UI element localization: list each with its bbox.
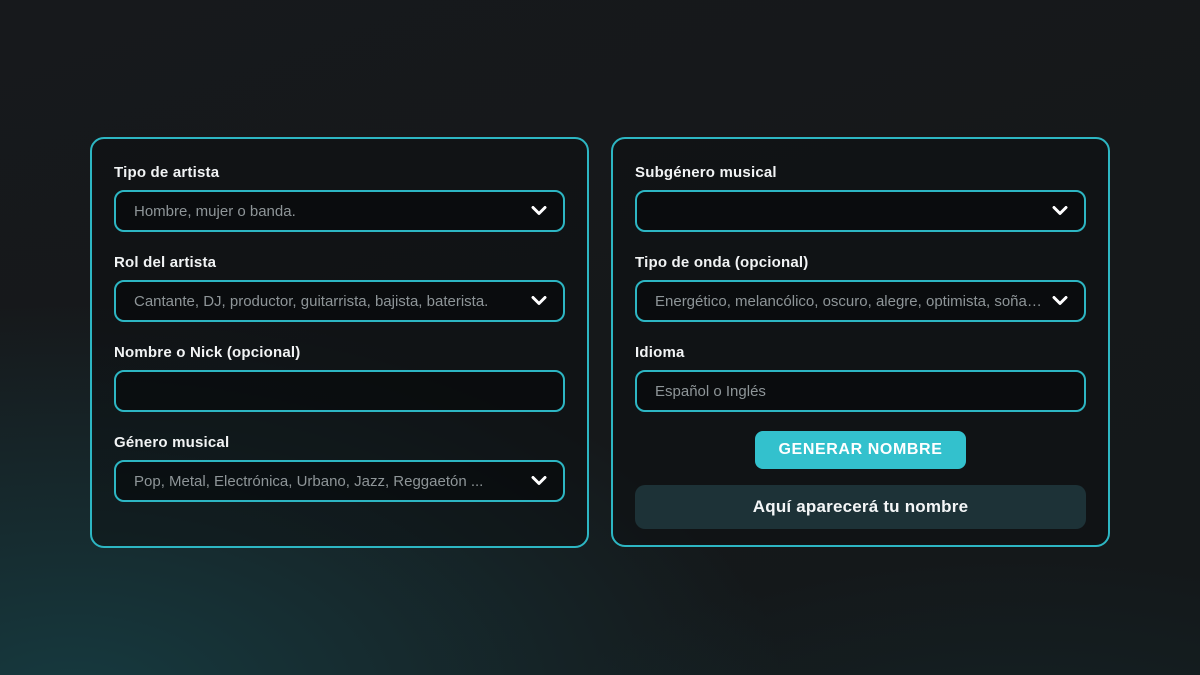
result-placeholder-text: Aquí aparecerá tu nombre: [753, 497, 968, 517]
genero-musical-select[interactable]: Pop, Metal, Electrónica, Urbano, Jazz, R…: [114, 460, 565, 502]
genero-musical-value: Pop, Metal, Electrónica, Urbano, Jazz, R…: [134, 473, 483, 490]
subgenero-musical-select[interactable]: [635, 190, 1086, 232]
idioma-input[interactable]: [635, 370, 1086, 412]
nombre-o-nick-label: Nombre o Nick (opcional): [114, 344, 565, 361]
page-background: { "colors": { "accent": "#2db6c3", "butt…: [0, 0, 1200, 675]
field-subgenero-musical: Subgénero musical: [635, 164, 1086, 232]
form-panels: Tipo de artista Hombre, mujer o banda. R…: [90, 137, 1110, 548]
field-tipo-de-onda: Tipo de onda (opcional) Energético, mela…: [635, 254, 1086, 322]
chevron-down-icon: [1052, 206, 1068, 216]
rol-del-artista-value: Cantante, DJ, productor, guitarrista, ba…: [134, 293, 488, 310]
chevron-down-icon: [531, 296, 547, 306]
left-form-panel: Tipo de artista Hombre, mujer o banda. R…: [90, 137, 589, 548]
field-rol-del-artista: Rol del artista Cantante, DJ, productor,…: [114, 254, 565, 322]
subgenero-musical-label: Subgénero musical: [635, 164, 1086, 181]
chevron-down-icon: [531, 206, 547, 216]
result-placeholder-box: Aquí aparecerá tu nombre: [635, 485, 1086, 529]
tipo-de-artista-select[interactable]: Hombre, mujer o banda.: [114, 190, 565, 232]
tipo-de-onda-label: Tipo de onda (opcional): [635, 254, 1086, 271]
tipo-de-onda-value: Energético, melancólico, oscuro, alegre,…: [655, 293, 1042, 310]
generar-nombre-button[interactable]: GENERAR NOMBRE: [755, 431, 967, 469]
tipo-de-onda-select[interactable]: Energético, melancólico, oscuro, alegre,…: [635, 280, 1086, 322]
tipo-de-artista-label: Tipo de artista: [114, 164, 565, 181]
generate-button-row: GENERAR NOMBRE: [635, 431, 1086, 469]
field-idioma: Idioma: [635, 344, 1086, 412]
field-nombre-o-nick: Nombre o Nick (opcional): [114, 344, 565, 412]
field-tipo-de-artista: Tipo de artista Hombre, mujer o banda.: [114, 164, 565, 232]
field-genero-musical: Género musical Pop, Metal, Electrónica, …: [114, 434, 565, 502]
nombre-o-nick-input[interactable]: [114, 370, 565, 412]
right-form-panel: Subgénero musical Tipo de onda (opcional…: [611, 137, 1110, 547]
genero-musical-label: Género musical: [114, 434, 565, 451]
chevron-down-icon: [531, 476, 547, 486]
chevron-down-icon: [1052, 296, 1068, 306]
idioma-label: Idioma: [635, 344, 1086, 361]
rol-del-artista-label: Rol del artista: [114, 254, 565, 271]
rol-del-artista-select[interactable]: Cantante, DJ, productor, guitarrista, ba…: [114, 280, 565, 322]
tipo-de-artista-value: Hombre, mujer o banda.: [134, 203, 296, 220]
